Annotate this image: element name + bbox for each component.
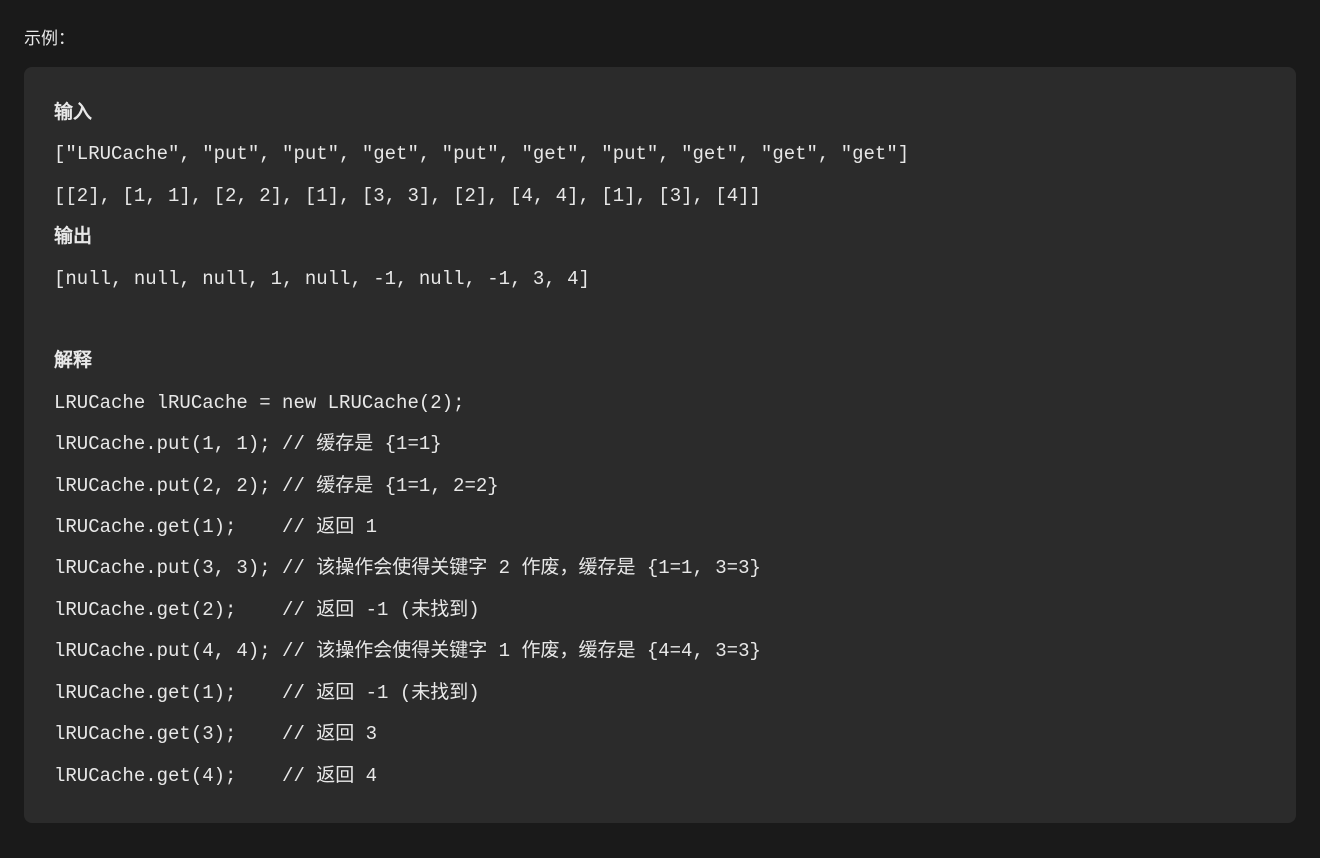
code-line: lRUCache.get(1); // 返回 1: [54, 516, 377, 538]
code-line: LRUCache lRUCache = new LRUCache(2);: [54, 392, 464, 414]
code-line: lRUCache.put(1, 1); // 缓存是 {1=1}: [54, 433, 442, 455]
example-label: 示例：: [24, 24, 1296, 49]
code-line: lRUCache.get(1); // 返回 -1 (未找到): [54, 682, 480, 704]
code-line: lRUCache.get(4); // 返回 4: [54, 765, 377, 787]
code-line-bold: 输入: [54, 102, 92, 124]
code-line: [[2], [1, 1], [2, 2], [1], [3, 3], [2], …: [54, 185, 761, 207]
code-line: lRUCache.put(4, 4); // 该操作会使得关键字 1 作废，缓存…: [54, 640, 761, 662]
code-line: lRUCache.get(3); // 返回 3: [54, 723, 377, 745]
code-line-bold: 输出: [54, 226, 92, 248]
code-line: lRUCache.get(2); // 返回 -1 (未找到): [54, 599, 480, 621]
code-line: lRUCache.put(3, 3); // 该操作会使得关键字 2 作废，缓存…: [54, 557, 761, 579]
code-line: [null, null, null, 1, null, -1, null, -1…: [54, 268, 590, 290]
code-line-bold: 解释: [54, 350, 92, 372]
code-line: ["LRUCache", "put", "put", "get", "put",…: [54, 143, 909, 165]
code-block: 输入 ["LRUCache", "put", "put", "get", "pu…: [24, 67, 1296, 823]
code-line: lRUCache.put(2, 2); // 缓存是 {1=1, 2=2}: [54, 475, 499, 497]
